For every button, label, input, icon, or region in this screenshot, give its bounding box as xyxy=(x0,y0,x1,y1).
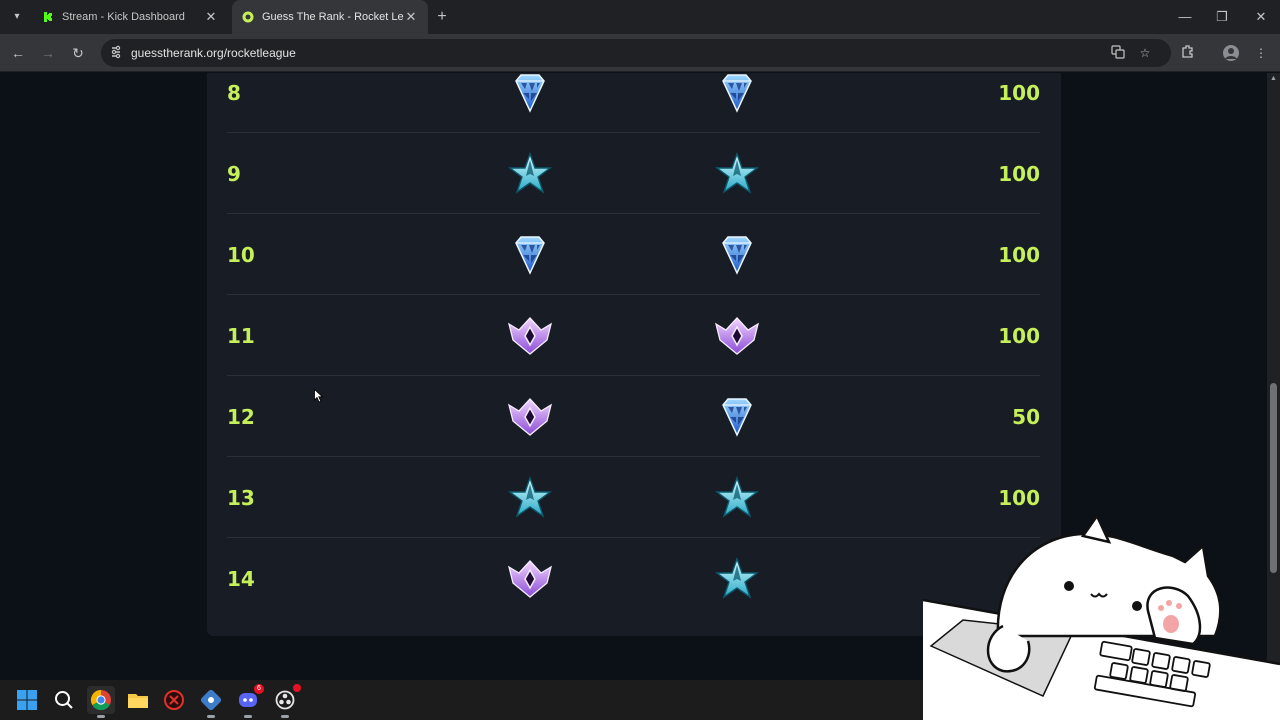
result-row: 10 100 xyxy=(227,215,1040,295)
result-row: 12 50 xyxy=(227,377,1040,457)
tab-search-icon[interactable]: ▾ xyxy=(8,8,26,26)
more-icon[interactable]: ⋮ xyxy=(1252,44,1270,62)
round-score: 100 xyxy=(998,162,1040,186)
tab-guess-the-rank[interactable]: Guess The Rank - Rocket League ✕ xyxy=(232,0,428,34)
guess-rank-diamond-icon xyxy=(507,233,553,277)
app-network-icon[interactable] xyxy=(197,686,225,718)
profile-icon[interactable] xyxy=(1222,44,1240,62)
address-bar[interactable]: guesstherank.org/rocketleague ☆ xyxy=(101,39,1171,67)
round-number: 9 xyxy=(227,162,241,186)
running-indicator xyxy=(244,715,252,718)
kick-favicon-icon xyxy=(42,11,54,23)
mouse-cursor-icon xyxy=(314,389,324,403)
notification-badge: 6 xyxy=(254,684,264,694)
extensions-icon[interactable] xyxy=(1179,44,1197,62)
close-tab-icon[interactable]: ✕ xyxy=(404,9,418,25)
running-indicator xyxy=(97,715,105,718)
restore-icon[interactable]: ❐ xyxy=(1212,8,1232,26)
guess-rank-grand-champion-icon xyxy=(507,314,553,358)
actual-rank-diamond-icon xyxy=(714,395,760,439)
windows-taskbar: 6 xyxy=(0,680,923,720)
result-row: 8 100 xyxy=(227,73,1040,133)
round-number: 8 xyxy=(227,81,241,105)
close-tab-icon[interactable]: ✕ xyxy=(204,9,218,25)
forward-icon[interactable]: → xyxy=(38,43,58,63)
guess-rank-grand-champion-icon xyxy=(507,395,553,439)
guess-rank-champion-icon xyxy=(507,475,553,520)
round-score: 100 xyxy=(998,486,1040,510)
new-tab-icon[interactable]: + xyxy=(434,8,450,26)
app-obs-icon[interactable] xyxy=(271,684,301,718)
result-row: 9 100 xyxy=(227,134,1040,214)
notification-badge xyxy=(293,684,301,692)
actual-rank-grand-champion-icon xyxy=(714,314,760,358)
tab-title: Guess The Rank - Rocket League xyxy=(262,11,404,23)
search-icon[interactable] xyxy=(50,686,78,714)
url-text: guesstherank.org/rocketleague xyxy=(131,46,296,60)
round-number: 14 xyxy=(227,567,255,591)
tab-strip: ▾ Stream - Kick Dashboard ✕ Guess The Ra… xyxy=(0,0,1280,34)
bongo-cat-overlay xyxy=(923,516,1280,720)
round-score: 100 xyxy=(998,81,1040,105)
scroll-up-icon[interactable]: ▲ xyxy=(1269,75,1278,84)
round-number: 11 xyxy=(227,324,255,348)
file-explorer-icon[interactable] xyxy=(124,686,152,714)
result-row: 11 100 xyxy=(227,296,1040,376)
round-score: 50 xyxy=(1012,405,1040,429)
back-icon[interactable]: ← xyxy=(8,43,28,63)
bookmark-star-icon[interactable]: ☆ xyxy=(1137,45,1153,61)
round-number: 13 xyxy=(227,486,255,510)
actual-rank-diamond-icon xyxy=(714,73,760,115)
browser-toolbar: ← → ↻ guesstherank.org/rocketleague ☆ ⋮ xyxy=(0,34,1280,72)
minimize-icon[interactable]: — xyxy=(1175,8,1195,26)
actual-rank-champion-icon xyxy=(714,475,760,520)
tab-kick-dashboard[interactable]: Stream - Kick Dashboard ✕ xyxy=(32,0,228,34)
running-indicator xyxy=(207,715,215,718)
guess-rank-grand-champion-icon xyxy=(507,557,553,601)
reload-icon[interactable]: ↻ xyxy=(68,43,88,63)
site-info-icon[interactable] xyxy=(109,45,123,61)
discord-icon[interactable]: 6 xyxy=(234,684,264,718)
guess-rank-diamond-icon xyxy=(507,73,553,115)
round-number: 10 xyxy=(227,243,255,267)
running-indicator xyxy=(281,715,289,718)
close-window-icon[interactable]: ✕ xyxy=(1251,8,1271,26)
tab-title: Stream - Kick Dashboard xyxy=(62,11,185,23)
guesstherank-favicon-icon xyxy=(242,11,254,23)
result-row: 13 100 xyxy=(227,458,1040,538)
actual-rank-champion-icon xyxy=(714,556,760,601)
round-score: 100 xyxy=(998,324,1040,348)
translate-icon[interactable] xyxy=(1110,45,1126,61)
round-score: 100 xyxy=(998,243,1040,267)
actual-rank-champion-icon xyxy=(714,151,760,196)
result-row: 14 xyxy=(227,539,1040,619)
actual-rank-diamond-icon xyxy=(714,233,760,277)
chrome-icon[interactable] xyxy=(87,686,115,718)
round-number: 12 xyxy=(227,405,255,429)
windows-start-icon[interactable] xyxy=(13,686,41,714)
guess-rank-champion-icon xyxy=(507,151,553,196)
app-red-icon[interactable] xyxy=(160,686,188,714)
